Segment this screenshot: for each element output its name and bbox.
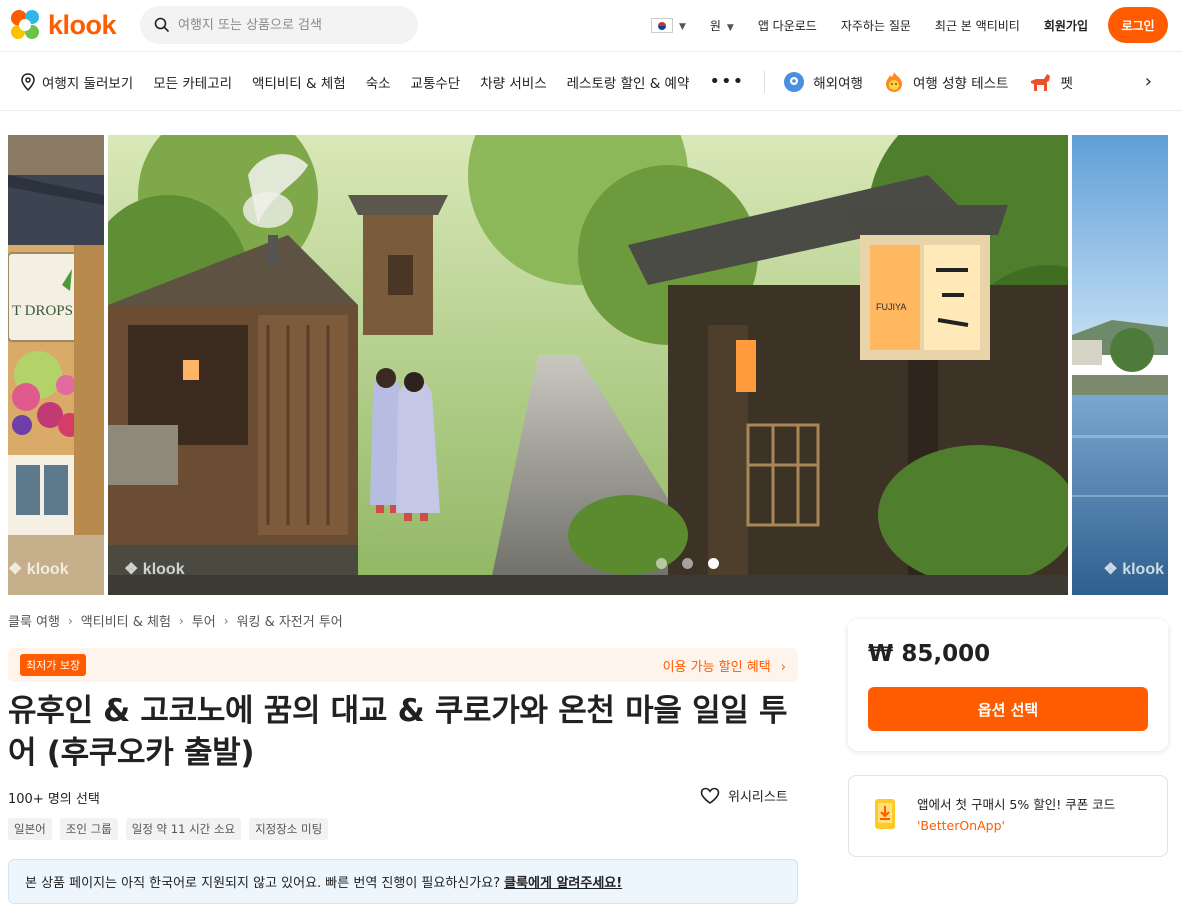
signup-link[interactable]: 회원가입 xyxy=(1044,17,1088,34)
coupon-code: 'BetterOnApp' xyxy=(917,818,1005,833)
nav-fade-overlay xyxy=(1082,53,1142,110)
chevron-right-icon: › xyxy=(780,659,786,675)
gallery-dot-2[interactable] xyxy=(682,558,693,569)
breadcrumb-item[interactable]: 액티비티 & 체험 xyxy=(81,611,171,630)
dog-icon xyxy=(1031,73,1051,91)
notice-link[interactable]: 클룩에게 알려주세요! xyxy=(504,872,622,891)
klook-watermark: ❖ klook xyxy=(8,561,69,578)
chevron-down-icon: ▼ xyxy=(726,22,734,33)
gallery-pagination xyxy=(656,558,734,569)
tag-group: 조인 그룹 xyxy=(59,818,118,840)
photo-gallery: T DROPS ❖ klook FUJIYA ❖ klook ❖ klook xyxy=(0,135,1182,595)
onsen-village-image: FUJIYA xyxy=(108,135,1068,595)
header-actions: ▼ 원 ▼ 앱 다운로드 자주하는 질문 최근 본 액티비티 회원가입 로그인 xyxy=(627,6,1168,44)
category-nav: 여행지 둘러보기 모든 카테고리 액티비티 & 체험 숙소 교통수단 차량 서비… xyxy=(0,53,1182,111)
tag-language: 일본어 xyxy=(8,818,52,840)
heart-icon xyxy=(700,787,720,804)
nav-item-explore[interactable]: 여행지 둘러보기 xyxy=(20,72,133,92)
best-price-badge: 최저가 보장 xyxy=(20,654,87,676)
klook-watermark: ❖ klook xyxy=(1103,561,1164,578)
nav-label: 펫 xyxy=(1060,75,1073,92)
coupon-description: 앱에서 첫 구매시 5% 할인! 쿠폰 코드 xyxy=(917,797,1116,812)
discount-link[interactable]: 이용 가능 할인 혜택 › xyxy=(663,656,786,675)
coupon-text: 앱에서 첫 구매시 5% 할인! 쿠폰 코드 'BetterOnApp' xyxy=(917,794,1157,836)
korea-flag-icon xyxy=(650,17,673,33)
translation-notice: 본 상품 페이지는 아직 한국어로 지원되지 않고 있어요. 빠른 번역 진행이… xyxy=(8,859,798,904)
lantern-text: FUJIYA xyxy=(876,302,906,312)
nav-item-activities[interactable]: 액티비티 & 체험 xyxy=(252,72,346,92)
nav-item-all-categories[interactable]: 모든 카테고리 xyxy=(153,72,232,92)
nav-label: 여행 성향 테스트 xyxy=(912,75,1009,92)
notice-text: 본 상품 페이지는 아직 한국어로 지원되지 않고 있어요. 빠른 번역 진행이… xyxy=(25,876,501,891)
login-button[interactable]: 로그인 xyxy=(1108,7,1168,43)
location-pin-icon xyxy=(21,72,35,91)
shop-sign-image: T DROPS xyxy=(8,135,104,595)
breadcrumb-item[interactable]: 워킹 & 자전거 투어 xyxy=(237,611,343,630)
price-card: ₩ 85,000 옵션 선택 xyxy=(848,619,1168,751)
search-input[interactable] xyxy=(178,17,398,33)
booked-count: 100+ 명의 선택 xyxy=(8,792,100,807)
gallery-dot-1[interactable] xyxy=(656,558,667,569)
klook-watermark: ❖ klook xyxy=(124,561,185,578)
klook-logo[interactable]: klook xyxy=(8,8,117,42)
phone-download-icon xyxy=(875,799,895,829)
tag-duration: 일정 약 11 시간 소요 xyxy=(125,818,242,840)
gallery-dot-3[interactable] xyxy=(708,558,719,569)
chevron-right-icon: › xyxy=(67,613,73,628)
nav-item-restaurants[interactable]: 레스토랑 할인 & 예약 xyxy=(567,72,690,92)
klook-logo-icon xyxy=(8,8,44,42)
chevron-right-icon: › xyxy=(178,613,184,628)
globe-pin-icon xyxy=(784,71,805,92)
nav-item-car-rental[interactable]: 차량 서비스 xyxy=(480,72,546,92)
nav-item-transport[interactable]: 교통수단 xyxy=(411,72,461,92)
chevron-right-icon[interactable]: › xyxy=(1145,71,1152,92)
chevron-down-icon: ▼ xyxy=(678,21,686,32)
app-coupon-card[interactable]: 앱에서 첫 구매시 5% 할인! 쿠폰 코드 'BetterOnApp' xyxy=(848,775,1168,857)
currency-label: 원 xyxy=(709,18,721,33)
search-icon xyxy=(154,17,170,33)
nav-label: 해외여행 xyxy=(813,75,863,92)
product-title: 유후인 & 고코노에 꿈의 대교 & 쿠로가와 온천 마을 일일 투어 (후쿠오… xyxy=(8,693,788,771)
brand-name: klook xyxy=(48,9,117,40)
nav-label: 여행지 둘러보기 xyxy=(42,75,134,92)
nav-item-pet[interactable]: 펫 xyxy=(1028,71,1073,93)
nav-more-button[interactable]: ••• xyxy=(709,71,744,92)
search-bar[interactable] xyxy=(140,6,418,44)
tag-meeting: 지정장소 미팅 xyxy=(249,818,329,840)
gallery-photo-next[interactable]: ❖ klook xyxy=(1072,135,1168,595)
wishlist-label: 위시리스트 xyxy=(728,790,788,805)
nav-item-hotels[interactable]: 숙소 xyxy=(366,72,391,92)
shop-sign-text: T DROPS xyxy=(12,303,73,319)
select-options-button[interactable]: 옵션 선택 xyxy=(868,687,1148,731)
price-value: ₩ 85,000 xyxy=(868,641,991,667)
faq-link[interactable]: 자주하는 질문 xyxy=(841,17,911,34)
product-tags: 일본어 조인 그룹 일정 약 11 시간 소요 지정장소 미팅 xyxy=(8,818,336,840)
fire-face-icon xyxy=(885,71,902,92)
nav-item-travel-test[interactable]: 여행 성향 테스트 xyxy=(883,71,1009,93)
nav-item-overseas[interactable]: 해외여행 xyxy=(783,71,863,93)
breadcrumb-item[interactable]: 클룩 여행 xyxy=(8,611,60,630)
lake-image xyxy=(1072,135,1168,595)
promo-bar: 최저가 보장 이용 가능 할인 혜택 › xyxy=(8,648,798,682)
gallery-photo-prev[interactable]: T DROPS ❖ klook xyxy=(8,135,104,595)
gallery-photo-main[interactable]: FUJIYA ❖ klook xyxy=(108,135,1068,595)
breadcrumb: 클룩 여행 › 액티비티 & 체험 › 투어 › 워킹 & 자전거 투어 xyxy=(8,611,343,631)
recently-viewed-link[interactable]: 최근 본 액티비티 xyxy=(935,17,1020,34)
discount-link-label: 이용 가능 할인 혜택 xyxy=(662,659,771,675)
breadcrumb-item[interactable]: 투어 xyxy=(192,611,216,630)
chevron-right-icon: › xyxy=(223,613,229,628)
currency-selector[interactable]: 원 ▼ xyxy=(710,17,734,34)
top-header: klook ▼ 원▼ 앱 다운로드 자주하는 질문 최근 본 액티비티 회원가입… xyxy=(0,0,1182,52)
wishlist-button[interactable]: 위시리스트 xyxy=(700,786,788,805)
nav-divider xyxy=(764,70,766,93)
language-selector[interactable]: ▼ xyxy=(650,17,686,33)
app-download-link[interactable]: 앱 다운로드 xyxy=(758,17,817,34)
